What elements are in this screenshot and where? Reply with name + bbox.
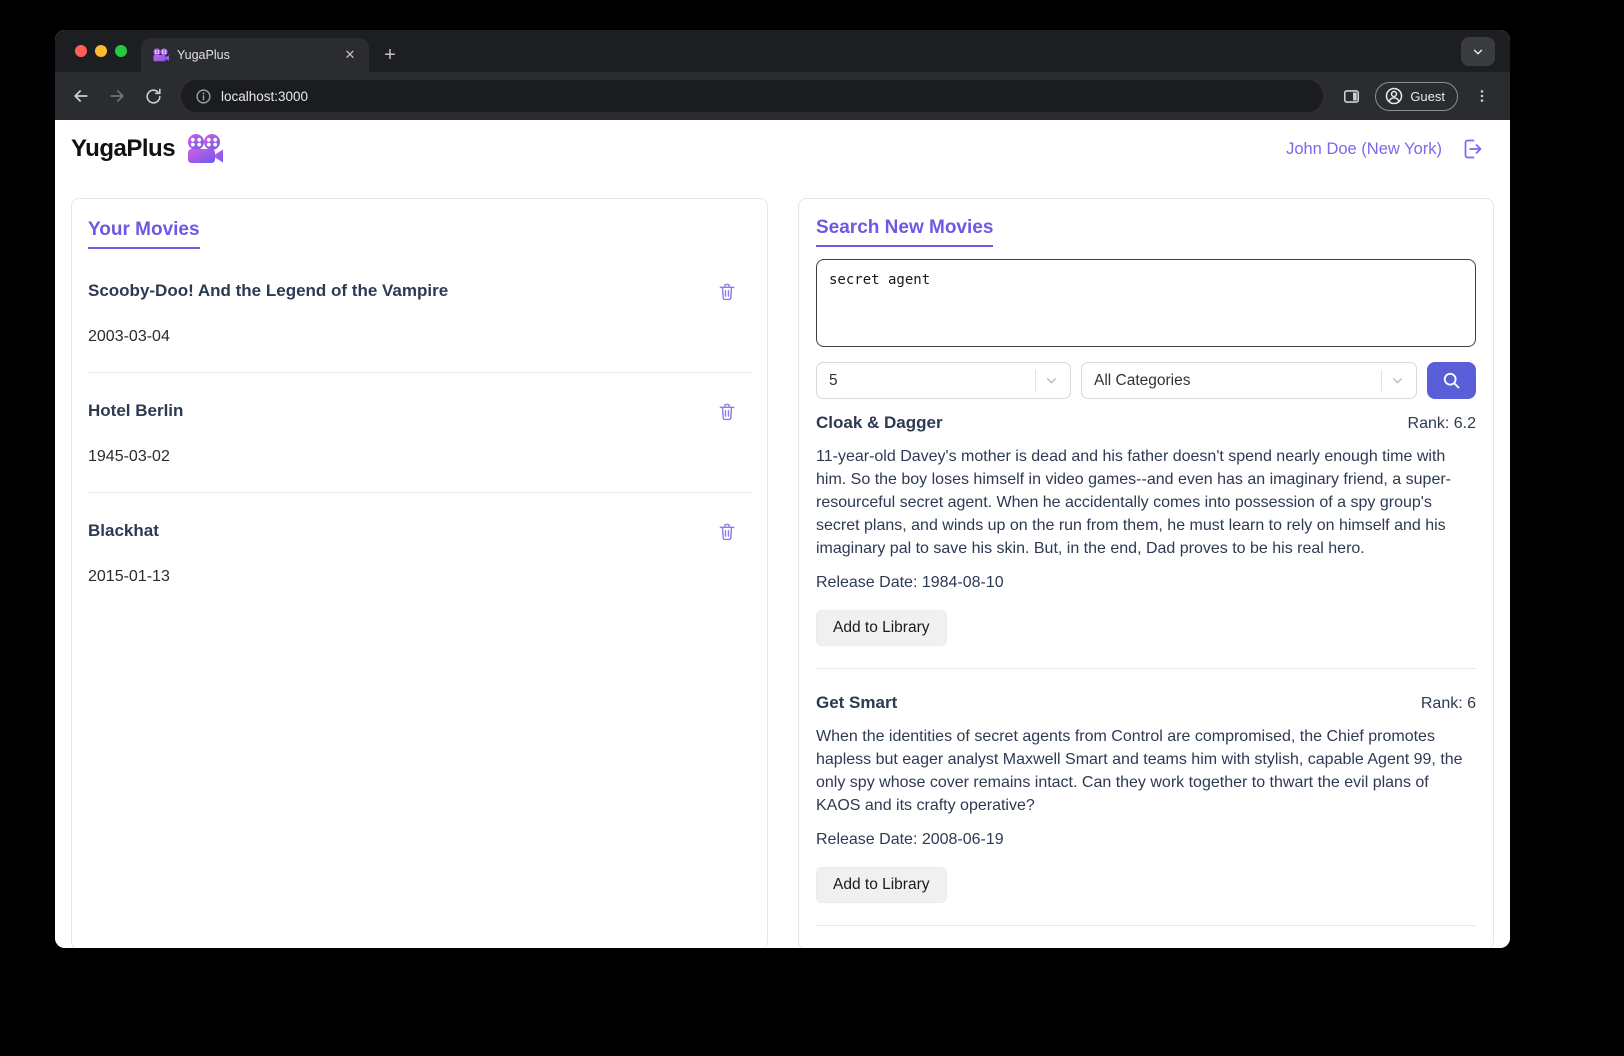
- trash-icon: [719, 403, 735, 421]
- result-description: When the identities of secret agents fro…: [816, 728, 1463, 814]
- movie-release-date: 2003-03-04: [88, 328, 170, 345]
- site-info-icon[interactable]: [195, 88, 212, 105]
- select-divider: [1381, 370, 1382, 391]
- your-movies-panel: Your Movies Scooby-Doo! And the Legend o…: [71, 198, 768, 948]
- forward-button[interactable]: [101, 80, 133, 112]
- app-page: YugaPlus John Doe (New York) Your Movies…: [55, 120, 1510, 948]
- tab-favicon-movie-camera-icon: [153, 48, 169, 62]
- add-to-library-button[interactable]: Add to Library: [816, 867, 947, 903]
- result-description: 11-year-old Davey's mother is dead and h…: [816, 448, 1451, 557]
- search-result-item: Get Smart Rank: 6 When the identities of…: [816, 669, 1476, 926]
- movie-release-date: 2015-01-13: [88, 568, 170, 585]
- profile-chip[interactable]: Guest: [1375, 81, 1458, 111]
- movie-title: Blackhat: [88, 521, 159, 540]
- library-movie-item: Blackhat 2015-01-13: [88, 493, 751, 612]
- result-title: Get Smart: [816, 693, 898, 712]
- reload-icon: [145, 88, 161, 104]
- search-icon: [1443, 372, 1460, 389]
- result-rank: Rank: 6.2: [1407, 415, 1476, 432]
- address-bar[interactable]: localhost:3000: [181, 80, 1324, 112]
- back-button[interactable]: [65, 80, 97, 112]
- movie-camera-icon: [187, 134, 224, 164]
- result-release-date: Release Date: 2008-06-19: [816, 831, 1004, 848]
- window-controls: [55, 30, 141, 72]
- search-result-item: Cloak & Dagger Rank: 6.2 11-year-old Dav…: [816, 399, 1476, 669]
- arrow-right-icon: [110, 90, 124, 102]
- side-panel-button[interactable]: [1335, 80, 1367, 112]
- arrow-left-icon: [74, 90, 88, 102]
- search-movies-heading: Search New Movies: [816, 217, 994, 247]
- search-movies-panel: Search New Movies secret agent 5 All Cat…: [798, 198, 1494, 948]
- result-rank: Rank: 6: [1420, 695, 1476, 712]
- delete-movie-button[interactable]: [717, 401, 737, 422]
- search-button[interactable]: [1427, 362, 1476, 399]
- category-select[interactable]: All Categories: [1081, 362, 1417, 399]
- result-limit-value: 5: [829, 371, 838, 389]
- library-movie-item: Hotel Berlin 1945-03-02: [88, 373, 751, 493]
- result-limit-select[interactable]: 5: [816, 362, 1071, 399]
- movie-title: Hotel Berlin: [88, 401, 184, 420]
- search-query-input[interactable]: secret agent: [816, 259, 1476, 347]
- kebab-menu-icon: [1480, 90, 1484, 102]
- app-brand-name: YugaPlus: [71, 135, 176, 162]
- category-value: All Categories: [1094, 371, 1191, 389]
- result-title: Cloak & Dagger: [816, 413, 943, 432]
- library-movie-item: Scooby-Doo! And the Legend of the Vampir…: [88, 253, 751, 373]
- app-brand: YugaPlus: [71, 134, 224, 164]
- delete-movie-button[interactable]: [717, 281, 737, 302]
- main-content: Your Movies Scooby-Doo! And the Legend o…: [55, 178, 1510, 948]
- user-area: John Doe (New York): [1286, 137, 1484, 161]
- logout-icon[interactable]: [1460, 137, 1484, 161]
- search-controls: 5 All Categories: [816, 362, 1476, 399]
- tab-close-icon[interactable]: ✕: [341, 46, 359, 64]
- search-results: Cloak & Dagger Rank: 6.2 11-year-old Dav…: [816, 399, 1476, 926]
- profile-label: Guest: [1410, 88, 1445, 104]
- tab-title: YugaPlus: [177, 48, 230, 62]
- your-movies-heading: Your Movies: [88, 219, 200, 249]
- add-to-library-button[interactable]: Add to Library: [816, 610, 947, 646]
- tab-search-chevron-button[interactable]: [1461, 37, 1495, 66]
- guest-avatar-icon: [1386, 87, 1403, 105]
- browser-window: YugaPlus ✕ + localhost:3000 Guest YugaPl…: [55, 30, 1510, 948]
- result-release-date: Release Date: 1984-08-10: [816, 574, 1004, 591]
- close-window-button[interactable]: [75, 45, 87, 57]
- delete-movie-button[interactable]: [717, 521, 737, 542]
- trash-icon: [719, 523, 735, 541]
- chevron-down-icon: [1047, 378, 1056, 384]
- app-header: YugaPlus John Doe (New York): [55, 120, 1510, 178]
- browser-toolbar: localhost:3000 Guest: [55, 72, 1510, 120]
- browser-tab[interactable]: YugaPlus ✕: [141, 38, 369, 72]
- browser-menu-button[interactable]: [1466, 80, 1498, 112]
- desktop-background: YugaPlus ✕ + localhost:3000 Guest YugaPl…: [0, 0, 1624, 1056]
- movie-title: Scooby-Doo! And the Legend of the Vampir…: [88, 281, 449, 300]
- reload-button[interactable]: [137, 80, 169, 112]
- side-panel-icon: [1343, 89, 1359, 103]
- url-text: localhost:3000: [221, 88, 309, 104]
- movie-release-date: 1945-03-02: [88, 448, 170, 465]
- trash-icon: [719, 283, 735, 301]
- chevron-down-icon: [1393, 378, 1402, 384]
- chevron-down-icon: [1473, 49, 1483, 54]
- new-tab-button[interactable]: +: [375, 40, 405, 70]
- zoom-window-button[interactable]: [115, 45, 127, 57]
- minimize-window-button[interactable]: [95, 45, 107, 57]
- select-divider: [1035, 370, 1036, 391]
- user-name-link[interactable]: John Doe (New York): [1286, 140, 1442, 159]
- browser-tab-strip: YugaPlus ✕ +: [55, 30, 1510, 72]
